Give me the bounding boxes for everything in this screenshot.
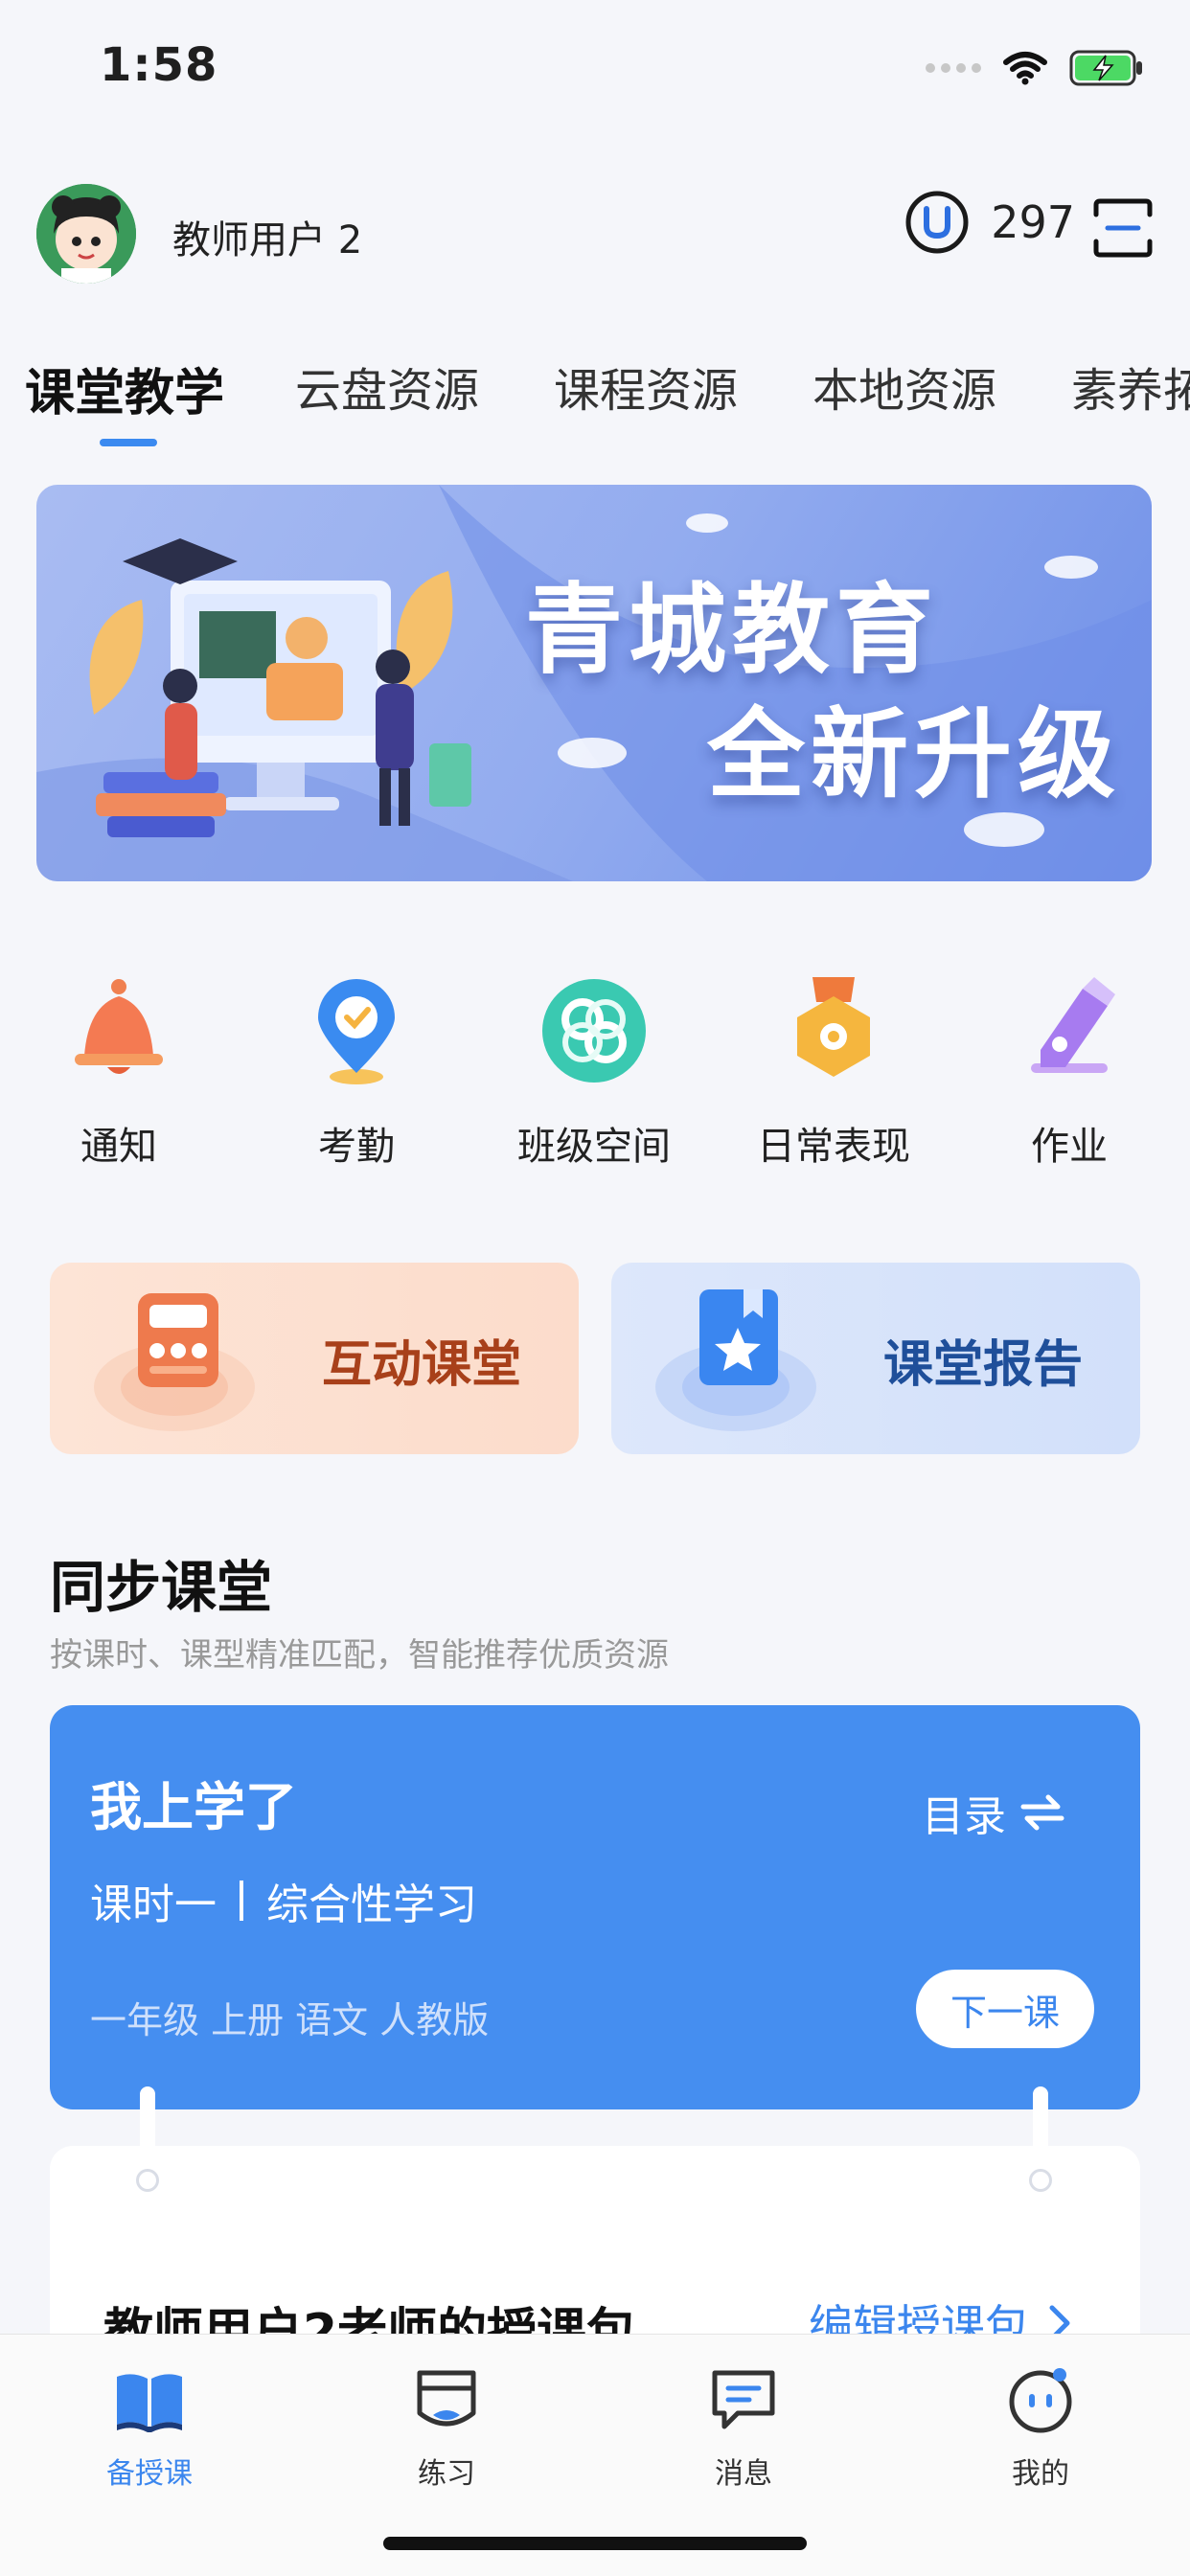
swap-arrows-icon <box>1020 1794 1064 1831</box>
tab-classroom-teaching[interactable]: 课堂教学 <box>25 353 224 424</box>
user-name[interactable]: 教师用户 2 <box>172 209 362 264</box>
lesson-meta: 一年级 上册 语文 人教版 <box>90 1999 490 2041</box>
nav-label: 我的 <box>1012 2457 1069 2491</box>
profile-face-icon <box>1009 2368 1072 2433</box>
resource-tabs: 课堂教学 云盘资源 课程资源 本地资源 素养拓 <box>0 353 1190 448</box>
section-subtitle: 按课时、课型精准匹配，智能推荐优质资源 <box>50 1636 669 1675</box>
promo-banner[interactable]: 青城教育 全新升级 <box>36 485 1152 881</box>
nav-practice[interactable]: 练习 <box>351 2363 542 2492</box>
report-star-icon <box>655 1289 816 1431</box>
location-check-icon <box>318 979 395 1084</box>
lesson-info: 课时一 综合性学习 <box>90 1870 477 1931</box>
status-icons <box>926 50 1144 86</box>
quick-action-notice[interactable]: 通知 <box>23 973 215 1171</box>
classroom-report-label: 课堂报告 <box>883 1336 1084 1394</box>
nav-prepare-lessons[interactable]: 备授课 <box>54 2363 245 2492</box>
banner-title-line1: 青城教育 <box>525 574 939 688</box>
practice-icon <box>417 2370 476 2427</box>
quick-action-label: 考勤 <box>318 1125 395 1169</box>
classroom-report-card[interactable]: 课堂报告 <box>611 1263 1140 1454</box>
tab-local-resources[interactable]: 本地资源 <box>812 353 996 420</box>
battery-charging-icon <box>1069 50 1142 86</box>
class-space-icon <box>542 979 646 1083</box>
quick-action-daily-performance[interactable]: 日常表现 <box>738 973 929 1171</box>
home-indicator <box>383 2537 807 2550</box>
nav-messages[interactable]: 消息 <box>648 2363 839 2492</box>
nav-label: 备授课 <box>106 2457 193 2491</box>
table-of-contents-button[interactable]: 目录 <box>922 1782 1065 1843</box>
quick-action-class-space[interactable]: 班级空间 <box>498 973 690 1171</box>
quick-action-homework[interactable]: 作业 <box>973 973 1165 1171</box>
quick-action-label: 班级空间 <box>517 1125 671 1169</box>
current-lesson-card[interactable]: 我上学了 目录 课时一 综合性学习 一年级 上册 语文 人教版 下一课 <box>50 1705 1140 2109</box>
next-lesson-button[interactable]: 下一课 <box>916 1970 1094 2048</box>
points-value: 297 <box>991 196 1075 248</box>
tab-cloud-resources[interactable]: 云盘资源 <box>295 353 479 420</box>
cellular-signal-icon <box>926 63 981 73</box>
toc-label: 目录 <box>922 1792 1006 1841</box>
homework-pencil-icon <box>1031 977 1115 1073</box>
calculator-icon <box>94 1293 255 1431</box>
tab-course-resources[interactable]: 课程资源 <box>554 353 738 420</box>
quick-action-attendance[interactable]: 考勤 <box>261 973 452 1171</box>
section-title: 同步课堂 <box>50 1555 273 1620</box>
interactive-classroom-card[interactable]: 互动课堂 <box>50 1263 579 1454</box>
points-coin-icon <box>905 191 969 254</box>
lesson-title: 我上学了 <box>90 1777 297 1837</box>
lesson-number: 课时一 <box>90 1881 217 1929</box>
quick-action-label: 作业 <box>1031 1125 1108 1169</box>
wifi-icon <box>1003 52 1047 85</box>
tab-literacy-expansion[interactable]: 素养拓 <box>1071 353 1190 420</box>
points-display[interactable]: 297 <box>904 190 1075 255</box>
medal-icon <box>797 977 870 1077</box>
active-tab-indicator <box>100 439 157 446</box>
interactive-classroom-label: 互动课堂 <box>322 1336 522 1394</box>
nav-profile[interactable]: 我的 <box>945 2363 1136 2492</box>
binder-hole <box>136 2169 159 2192</box>
scan-icon[interactable] <box>1092 197 1154 259</box>
open-book-icon <box>117 2374 182 2432</box>
quick-action-label: 通知 <box>80 1125 157 1169</box>
binder-hole <box>1029 2169 1052 2192</box>
nav-label: 消息 <box>715 2457 772 2491</box>
lesson-divider <box>240 1881 243 1921</box>
message-icon <box>712 2370 775 2429</box>
bell-icon <box>75 979 163 1074</box>
quick-action-label: 日常表现 <box>757 1125 910 1169</box>
status-time: 1:58 <box>100 38 218 92</box>
nav-label: 练习 <box>418 2457 475 2491</box>
avatar-image <box>36 184 136 284</box>
lesson-type: 综合性学习 <box>266 1881 477 1929</box>
banner-title-line2: 全新升级 <box>707 698 1121 812</box>
avatar[interactable] <box>36 184 136 284</box>
